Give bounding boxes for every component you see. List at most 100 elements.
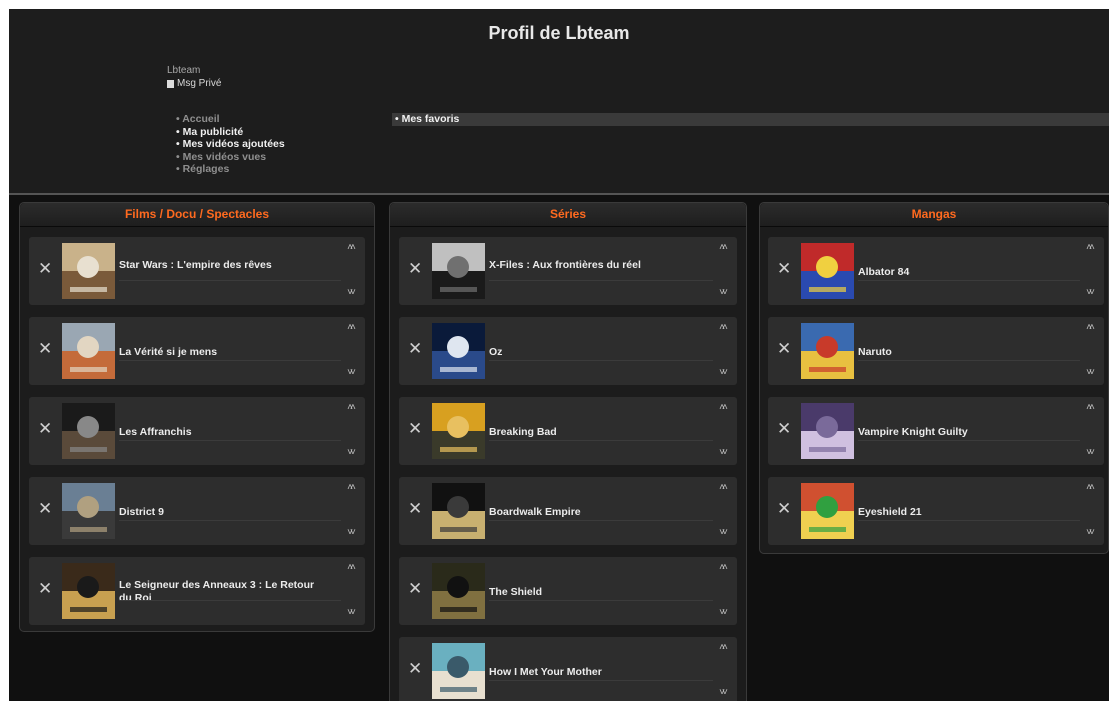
close-icon[interactable]: ✕ (408, 659, 422, 679)
poster-art (432, 643, 485, 699)
double-chevron-up-icon[interactable]: ˄˄ (715, 322, 729, 334)
favorite-card: ✕ La Vérité si je mens ˄˄ ˅˅ (29, 317, 365, 385)
poster-art (432, 483, 485, 539)
card-divider (489, 360, 713, 361)
nav-item-accueil[interactable]: • Accueil (176, 113, 285, 126)
nav-item-mes-videos-vues[interactable]: • Mes vidéos vues (176, 151, 285, 164)
favorite-title[interactable]: Oz (489, 346, 699, 359)
double-chevron-down-icon[interactable]: ˅˅ (715, 607, 729, 619)
poster-thumbnail (432, 563, 485, 619)
double-chevron-up-icon[interactable]: ˄˄ (343, 402, 357, 414)
double-chevron-up-icon[interactable]: ˄˄ (715, 242, 729, 254)
poster-art (432, 243, 485, 299)
poster-art (801, 323, 854, 379)
favorite-card: ✕ Breaking Bad ˄˄ ˅˅ (399, 397, 737, 465)
column-films: Films / Docu / Spectacles ✕ Star Wars : L… (19, 202, 375, 632)
close-icon[interactable]: ✕ (38, 419, 52, 439)
double-chevron-down-icon[interactable]: ˅˅ (1082, 367, 1096, 379)
double-chevron-down-icon[interactable]: ˅˅ (1082, 527, 1096, 539)
double-chevron-down-icon[interactable]: ˅˅ (715, 367, 729, 379)
favorite-title[interactable]: Breaking Bad (489, 426, 699, 439)
favorite-title[interactable]: Eyeshield 21 (858, 506, 1066, 519)
double-chevron-down-icon[interactable]: ˅˅ (343, 287, 357, 299)
close-icon[interactable]: ✕ (777, 419, 791, 439)
favorite-card: ✕ Albator 84 ˄˄ ˅˅ (768, 237, 1104, 305)
poster-thumbnail (801, 323, 854, 379)
column-mangas: Mangas ✕ Albator 84 ˄˄ ˅˅ ✕ Naruto ˄˄ ˅˅ ✕ Vampir… (759, 202, 1109, 554)
favorite-title[interactable]: Boardwalk Empire (489, 506, 699, 519)
poster-thumbnail (432, 643, 485, 699)
close-icon[interactable]: ✕ (408, 339, 422, 359)
card-divider (489, 600, 713, 601)
close-icon[interactable]: ✕ (38, 259, 52, 279)
double-chevron-up-icon[interactable]: ˄˄ (715, 402, 729, 414)
double-chevron-down-icon[interactable]: ˅˅ (343, 527, 357, 539)
favorite-title[interactable]: Star Wars : L'empire des rêves (119, 259, 327, 272)
close-icon[interactable]: ✕ (777, 499, 791, 519)
card-divider (489, 520, 713, 521)
double-chevron-down-icon[interactable]: ˅˅ (343, 447, 357, 459)
double-chevron-up-icon[interactable]: ˄˄ (1082, 482, 1096, 494)
close-icon[interactable]: ✕ (38, 499, 52, 519)
favorite-card: ✕ Le Seigneur des Anneaux 3 : Le Retour d… (29, 557, 365, 625)
poster-art (432, 323, 485, 379)
favorite-title[interactable]: Les Affranchis (119, 426, 327, 439)
favorite-card: ✕ Oz ˄˄ ˅˅ (399, 317, 737, 385)
double-chevron-down-icon[interactable]: ˅˅ (343, 607, 357, 619)
favorites-tab[interactable]: • Mes favoris (392, 113, 1109, 126)
favorite-card: ✕ Vampire Knight Guilty ˄˄ ˅˅ (768, 397, 1104, 465)
favorite-title[interactable]: How I Met Your Mother (489, 666, 699, 679)
card-divider (119, 360, 341, 361)
favorite-title[interactable]: District 9 (119, 506, 327, 519)
poster-art (62, 323, 115, 379)
favorite-title[interactable]: Albator 84 (858, 266, 1066, 279)
favorite-title[interactable]: X-Files : Aux frontières du réel (489, 259, 699, 272)
poster-art (432, 563, 485, 619)
double-chevron-down-icon[interactable]: ˅˅ (343, 367, 357, 379)
double-chevron-down-icon[interactable]: ˅˅ (715, 447, 729, 459)
double-chevron-up-icon[interactable]: ˄˄ (715, 562, 729, 574)
double-chevron-down-icon[interactable]: ˅˅ (1082, 447, 1096, 459)
close-icon[interactable]: ✕ (408, 419, 422, 439)
page-title: Profil de Lbteam (488, 23, 630, 43)
favorite-title[interactable]: La Vérité si je mens (119, 346, 327, 359)
double-chevron-up-icon[interactable]: ˄˄ (343, 482, 357, 494)
poster-art (432, 403, 485, 459)
double-chevron-up-icon[interactable]: ˄˄ (343, 322, 357, 334)
profile-page: Profil de Lbteam Lbteam Msg Privé • Accu… (9, 9, 1109, 701)
card-divider (119, 440, 341, 441)
favorite-title[interactable]: The Shield (489, 586, 699, 599)
nav-item-mes-videos-ajoutees[interactable]: • Mes vidéos ajoutées (176, 138, 285, 151)
card-divider (119, 600, 341, 601)
favorite-title[interactable]: Vampire Knight Guilty (858, 426, 1066, 439)
double-chevron-up-icon[interactable]: ˄˄ (343, 242, 357, 254)
double-chevron-up-icon[interactable]: ˄˄ (1082, 322, 1096, 334)
nav-item-reglages[interactable]: • Réglages (176, 163, 285, 176)
double-chevron-down-icon[interactable]: ˅˅ (715, 287, 729, 299)
poster-thumbnail (62, 563, 115, 619)
double-chevron-up-icon[interactable]: ˄˄ (715, 482, 729, 494)
double-chevron-up-icon[interactable]: ˄˄ (715, 642, 729, 654)
card-divider (858, 280, 1080, 281)
nav-item-ma-publicite[interactable]: • Ma publicité (176, 126, 285, 139)
close-icon[interactable]: ✕ (408, 579, 422, 599)
close-icon[interactable]: ✕ (777, 259, 791, 279)
double-chevron-up-icon[interactable]: ˄˄ (1082, 402, 1096, 414)
private-message-link[interactable]: Msg Privé (167, 77, 221, 90)
close-icon[interactable]: ✕ (38, 579, 52, 599)
poster-thumbnail (801, 483, 854, 539)
double-chevron-up-icon[interactable]: ˄˄ (1082, 242, 1096, 254)
double-chevron-down-icon[interactable]: ˅˅ (715, 687, 729, 699)
double-chevron-up-icon[interactable]: ˄˄ (343, 562, 357, 574)
close-icon[interactable]: ✕ (38, 339, 52, 359)
favorite-title[interactable]: Naruto (858, 346, 1066, 359)
close-icon[interactable]: ✕ (408, 259, 422, 279)
close-icon[interactable]: ✕ (408, 499, 422, 519)
poster-art (62, 563, 115, 619)
double-chevron-down-icon[interactable]: ˅˅ (715, 527, 729, 539)
favorite-card: ✕ Eyeshield 21 ˄˄ ˅˅ (768, 477, 1104, 545)
column-header-films: Films / Docu / Spectacles (20, 203, 374, 227)
favorite-card: ✕ Les Affranchis ˄˄ ˅˅ (29, 397, 365, 465)
close-icon[interactable]: ✕ (777, 339, 791, 359)
double-chevron-down-icon[interactable]: ˅˅ (1082, 287, 1096, 299)
